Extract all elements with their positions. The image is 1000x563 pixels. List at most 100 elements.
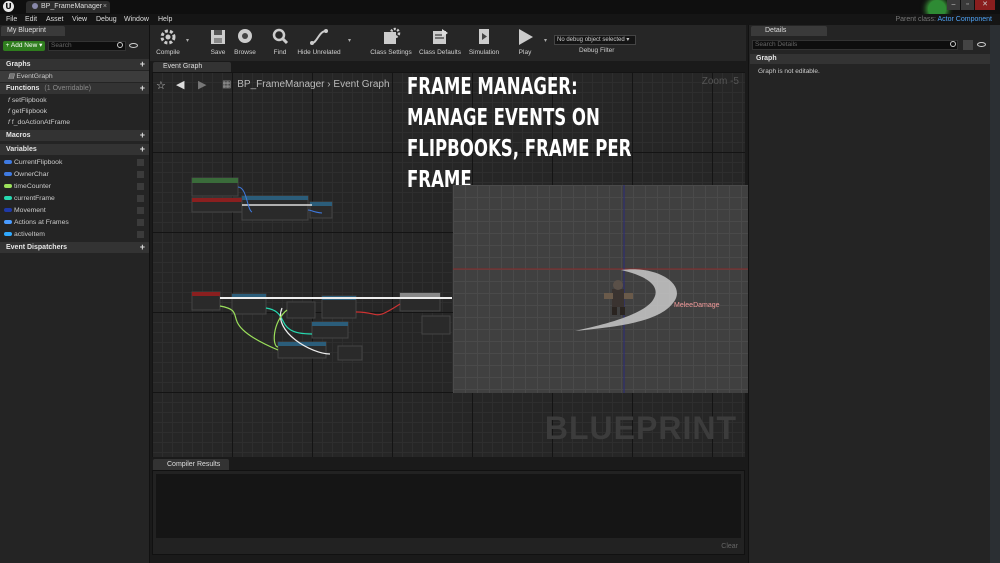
variable-type-icon [4,184,12,188]
function-item[interactable]: f f_doActionAtFrame [0,117,149,128]
details-search-input[interactable]: Search Details [752,40,958,50]
browse-button[interactable]: Browse [230,27,260,56]
compile-icon [158,27,178,47]
variable-type-icon [4,196,12,200]
melee-damage-label: MeleeDamage [674,302,720,309]
variable-item-label: CurrentFlipbook [14,159,63,166]
variables-header: Variables [6,146,37,153]
toolbar: Compile ▾ Save Browse Find Hide Unrelate… [150,25,746,61]
compile-label: Compile [156,49,180,56]
hide-unrelated-button[interactable]: Hide Unrelated [296,27,342,56]
menu-view[interactable]: View [72,14,87,25]
variables-section[interactable]: Variables + [0,144,149,155]
variable-item[interactable]: OwnerChar [0,169,149,180]
blueprint-watermark: BLUEPRINT [544,410,737,446]
add-macro-icon[interactable]: + [140,130,145,141]
variable-visibility-icon[interactable] [137,159,144,166]
my-blueprint-tab[interactable]: My Blueprint [1,26,65,36]
variable-item[interactable]: activeItem [0,229,149,240]
add-dispatcher-icon[interactable]: + [140,242,145,253]
function-icon: f [8,97,10,104]
property-matrix-icon[interactable] [963,40,973,50]
functions-section[interactable]: Functions (1 Overridable) + [0,83,149,94]
slash-effect-shape [575,269,677,331]
variable-item-label: Movement [14,207,46,214]
variable-item[interactable]: currentFrame [0,193,149,204]
class-settings-icon [381,27,401,47]
search-icon [117,42,123,48]
add-new-button[interactable]: + Add New ▾ [3,41,45,51]
function-item-label: getFlipbook [11,108,48,115]
blueprint-search-input[interactable]: Search [48,41,126,51]
graph-category-header[interactable]: Graph [750,54,990,64]
menu-window[interactable]: Window [124,14,149,25]
add-variable-icon[interactable]: + [140,144,145,155]
variable-item[interactable]: CurrentFlipbook [0,157,149,168]
compiler-results-panel: Clear [152,470,745,555]
details-tab-label: Details [765,27,787,34]
class-defaults-icon [430,27,450,47]
function-item[interactable]: f setFlipbook [0,95,149,106]
add-graph-icon[interactable]: + [140,59,145,70]
variable-item-label: activeItem [14,231,45,238]
play-label: Play [518,49,532,56]
variable-visibility-icon[interactable] [137,219,144,226]
class-defaults-button[interactable]: Class Defaults [416,27,464,56]
view-options-icon[interactable] [977,42,986,47]
simulation-button[interactable]: Simulation [466,27,502,56]
document-tab[interactable]: BP_FrameManager × [26,1,110,13]
parent-class-link[interactable]: Actor Component [938,16,992,23]
variable-type-icon [4,172,12,176]
find-icon [270,27,290,47]
details-tab[interactable]: Details [751,26,827,36]
menu-debug[interactable]: Debug [96,14,117,25]
class-settings-button[interactable]: Class Settings [368,27,414,56]
graph-item-label: EventGraph [16,73,53,80]
variable-item-label: OwnerChar [14,171,49,178]
event-dispatchers-section[interactable]: Event Dispatchers + [0,242,149,253]
simulation-icon [474,27,494,47]
minimize-button[interactable]: ‒ [947,0,960,10]
variable-visibility-icon[interactable] [137,183,144,190]
menu-asset[interactable]: Asset [46,14,64,25]
variable-visibility-icon[interactable] [137,171,144,178]
clear-button[interactable]: Clear [721,543,738,550]
variable-item[interactable]: timeCounter [0,181,149,192]
variable-visibility-icon[interactable] [137,207,144,214]
compile-button[interactable]: Compile [154,27,182,56]
menu-file[interactable]: File [6,14,17,25]
find-button[interactable]: Find [266,27,294,56]
find-label: Find [273,49,287,56]
variable-type-icon [4,208,12,212]
event-graph-tab[interactable]: Event Graph [153,62,231,72]
variable-visibility-icon[interactable] [137,195,144,202]
close-tab-icon[interactable]: × [103,1,107,13]
search-icon [950,41,956,47]
variable-type-icon [4,220,12,224]
debug-object-select[interactable]: No debug object selected ▾ [554,35,636,45]
graph-item-eventgraph[interactable]: ▤ EventGraph [0,71,149,82]
variable-visibility-icon[interactable] [137,231,144,238]
play-button[interactable]: Play [512,27,538,56]
save-button[interactable]: Save [204,27,232,56]
menu-edit[interactable]: Edit [25,14,37,25]
variable-item[interactable]: Movement [0,205,149,216]
graphs-section[interactable]: Graphs + [0,59,149,70]
compiler-results-tab[interactable]: Compiler Results [153,459,229,470]
view-options-icon[interactable] [129,43,138,48]
compile-options-icon[interactable]: ▾ [186,37,189,44]
function-icon: f [8,119,10,126]
variable-type-icon [4,160,12,164]
function-item[interactable]: f getFlipbook [0,106,149,117]
close-window-button[interactable]: ✕ [975,0,995,10]
variable-item[interactable]: Actions at Frames [0,217,149,228]
save-label: Save [210,49,226,56]
node-group-top [191,177,333,221]
parent-class: Parent class: Actor Component [895,14,992,25]
macros-section[interactable]: Macros + [0,130,149,141]
add-function-icon[interactable]: + [140,83,145,94]
menu-help[interactable]: Help [158,14,172,25]
play-options-icon[interactable]: ▾ [544,37,547,44]
hide-unrelated-options-icon[interactable]: ▾ [348,37,351,44]
maximize-button[interactable]: ▫ [961,0,974,10]
